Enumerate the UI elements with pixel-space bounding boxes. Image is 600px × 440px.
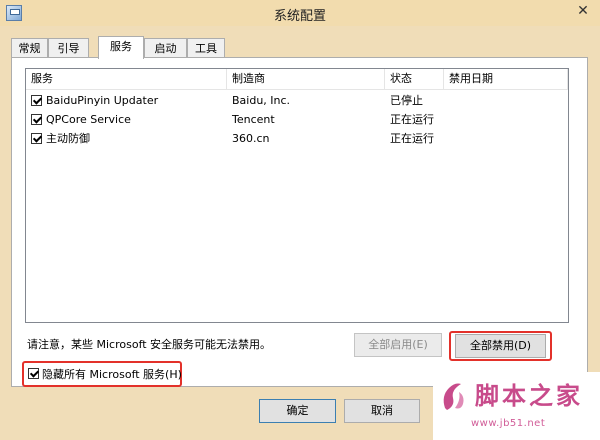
service-name: BaiduPinyin Updater	[46, 94, 159, 107]
watermark-logo-icon	[443, 383, 464, 410]
disable-all-button[interactable]: 全部禁用(D)	[455, 334, 546, 358]
services-panel: 服务 制造商 状态 禁用日期 BaiduPinyin Updater Baidu…	[11, 57, 588, 387]
tab-general[interactable]: 常规	[11, 38, 48, 58]
service-name: QPCore Service	[46, 113, 131, 126]
window-title: 系统配置	[273, 9, 326, 24]
service-name: 主动防御	[46, 132, 90, 145]
list-header: 服务 制造商 状态 禁用日期	[26, 69, 568, 90]
column-header-service[interactable]: 服务	[26, 69, 227, 89]
enable-all-button[interactable]: 全部启用(E)	[354, 333, 442, 357]
close-icon: ✕	[577, 3, 589, 19]
system-configuration-window: 系统配置 ✕ 常规 引导 服务 启动 工具 服务 制造商 状态 禁用日期 Bai…	[0, 0, 600, 440]
hide-ms-label[interactable]: 隐藏所有 Microsoft 服务(H)	[42, 365, 182, 384]
service-manufacturer: Baidu, Inc.	[232, 94, 291, 107]
security-note: 请注意，某些 Microsoft 安全服务可能无法禁用。	[27, 338, 272, 351]
watermark-text: 脚本之家	[475, 381, 583, 410]
ok-button[interactable]: 确定	[259, 399, 336, 423]
service-row[interactable]: QPCore Service Tencent 正在运行	[26, 110, 568, 129]
service-status: 正在运行	[390, 113, 434, 126]
service-checkbox[interactable]	[31, 95, 42, 106]
column-header-disabled-date[interactable]: 禁用日期	[444, 69, 568, 89]
title-bar[interactable]: 系统配置 ✕	[0, 0, 600, 26]
service-status: 已停止	[390, 94, 423, 107]
tab-tools[interactable]: 工具	[187, 38, 225, 58]
tab-boot[interactable]: 引导	[48, 38, 89, 58]
cancel-button[interactable]: 取消	[344, 399, 420, 423]
watermark-url: www.jb51.net	[471, 418, 546, 429]
services-list[interactable]: 服务 制造商 状态 禁用日期 BaiduPinyin Updater Baidu…	[25, 68, 569, 323]
close-button[interactable]: ✕	[570, 1, 596, 21]
service-row[interactable]: BaiduPinyin Updater Baidu, Inc. 已停止	[26, 91, 568, 110]
service-checkbox[interactable]	[31, 114, 42, 125]
service-status: 正在运行	[390, 132, 434, 145]
service-manufacturer: 360.cn	[232, 132, 270, 145]
hide-ms-checkbox[interactable]	[28, 368, 39, 379]
tab-services[interactable]: 服务	[98, 36, 144, 59]
service-manufacturer: Tencent	[232, 113, 275, 126]
watermark: 脚本之家 www.jb51.net	[433, 372, 600, 440]
service-checkbox[interactable]	[31, 133, 42, 144]
column-header-status[interactable]: 状态	[385, 69, 444, 89]
tab-startup[interactable]: 启动	[144, 38, 187, 58]
column-header-manufacturer[interactable]: 制造商	[227, 69, 385, 89]
service-row[interactable]: 主动防御 360.cn 正在运行	[26, 129, 568, 148]
